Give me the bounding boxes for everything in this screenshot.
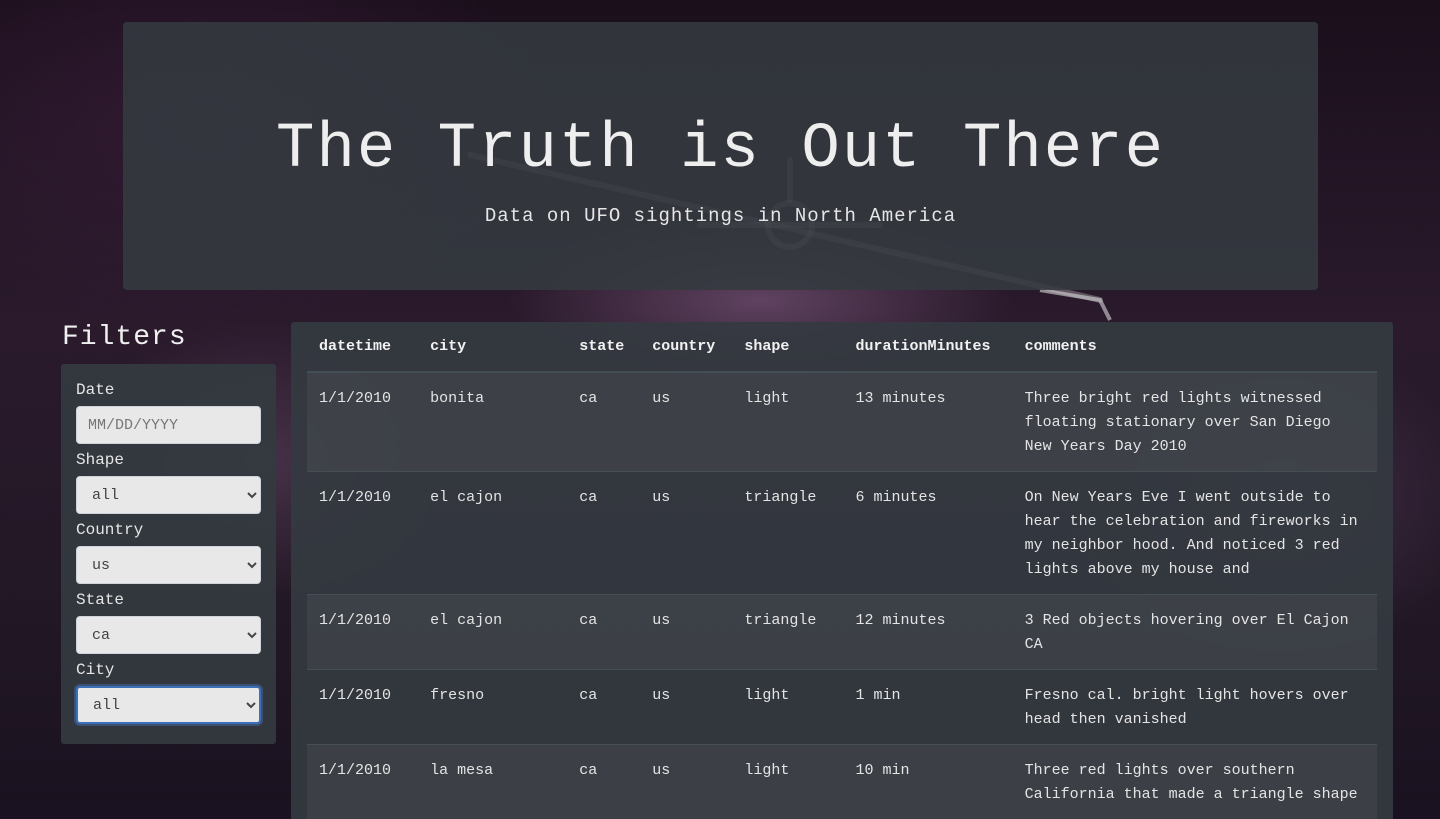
column-header-datetime: datetime (307, 322, 419, 373)
country-select[interactable]: us (76, 546, 261, 584)
filter-country-group: Country us (76, 520, 261, 584)
filter-state-group: State ca (76, 590, 261, 654)
filter-panel: Date Shape all Country us State ca City … (61, 364, 276, 744)
cell-state: ca (567, 594, 641, 670)
date-input[interactable] (76, 406, 261, 444)
cell-country: us (640, 744, 733, 819)
cell-shape: triangle (732, 594, 844, 670)
filter-city-group: City all (76, 660, 261, 724)
cell-city: la mesa (418, 744, 568, 819)
column-header-duration: durationMinutes (843, 322, 1013, 373)
comments-text: 3 Red objects hovering over El Cajon CA (1024, 612, 1349, 653)
country-label: Country (76, 521, 144, 539)
table-row: 1/1/2010 la mesa ca us light 10 min Thre… (307, 744, 1377, 819)
comments-text: Three bright red lights witnessed floati… (1024, 390, 1331, 455)
page-subtitle: Data on UFO sightings in North America (484, 205, 957, 227)
city-select[interactable]: all (76, 686, 261, 724)
cell-city: bonita (418, 371, 568, 472)
cell-city: fresno (418, 669, 568, 745)
filter-shape-group: Shape all (76, 450, 261, 514)
date-label: Date (76, 381, 115, 399)
cell-state: ca (567, 471, 641, 595)
cell-country: us (640, 471, 733, 595)
city-label: City (76, 661, 115, 679)
shape-label: Shape (76, 451, 125, 469)
cell-shape: light (732, 744, 844, 819)
header-banner: The Truth is Out There Data on UFO sight… (123, 22, 1318, 290)
table-header-row: datetime city state country shape durati… (307, 322, 1377, 373)
cell-datetime: 1/1/2010 (307, 594, 419, 670)
cell-duration: 6 minutes (843, 471, 1013, 595)
cell-duration: 1 min (843, 669, 1013, 745)
page-title: The Truth is Out There (276, 114, 1165, 186)
comments-text: Fresno cal. bright light hovers over hea… (1024, 687, 1349, 728)
cell-state: ca (567, 669, 641, 745)
cell-comments: Three red lights over southern Californi… (1012, 744, 1377, 819)
cell-country: us (640, 371, 733, 472)
column-header-shape: shape (732, 322, 844, 373)
comments-text: On New Years Eve I went outside to hear … (1024, 489, 1358, 578)
table-row: 1/1/2010 fresno ca us light 1 min Fresno… (307, 669, 1377, 745)
cell-duration: 13 minutes (843, 371, 1013, 472)
cell-datetime: 1/1/2010 (307, 744, 419, 819)
filter-date-group: Date (76, 380, 261, 444)
shape-select[interactable]: all (76, 476, 261, 514)
cell-datetime: 1/1/2010 (307, 371, 419, 472)
cell-duration: 10 min (843, 744, 1013, 819)
cell-city: el cajon (418, 594, 568, 670)
state-label: State (76, 591, 125, 609)
cell-comments: Three bright red lights witnessed floati… (1012, 371, 1377, 472)
cell-comments: On New Years Eve I went outside to hear … (1012, 471, 1377, 595)
cell-datetime: 1/1/2010 (307, 669, 419, 745)
column-header-comments: comments (1012, 322, 1377, 373)
cell-datetime: 1/1/2010 (307, 471, 419, 595)
cell-comments: Fresno cal. bright light hovers over hea… (1012, 669, 1377, 745)
cell-shape: light (732, 669, 844, 745)
table-row: 1/1/2010 el cajon ca us triangle 6 minut… (307, 471, 1377, 595)
cell-duration: 12 minutes (843, 594, 1013, 670)
cell-shape: light (732, 371, 844, 472)
cell-city: el cajon (418, 471, 568, 595)
cell-country: us (640, 594, 733, 670)
ufo-table: datetime city state country shape durati… (307, 322, 1377, 819)
state-select[interactable]: ca (76, 616, 261, 654)
column-header-city: city (418, 322, 568, 373)
cell-state: ca (567, 744, 641, 819)
comments-text: Three red lights over southern Californi… (1024, 762, 1358, 803)
ufo-table-panel: datetime city state country shape durati… (291, 322, 1393, 819)
cell-comments: 3 Red objects hovering over El Cajon CA (1012, 594, 1377, 670)
table-row: 1/1/2010 el cajon ca us triangle 12 minu… (307, 594, 1377, 670)
filters-heading: Filters (62, 322, 187, 353)
column-header-state: state (567, 322, 641, 373)
column-header-country: country (640, 322, 733, 373)
cell-shape: triangle (732, 471, 844, 595)
cell-state: ca (567, 371, 641, 472)
cell-country: us (640, 669, 733, 745)
table-row: 1/1/2010 bonita ca us light 13 minutes T… (307, 371, 1377, 472)
